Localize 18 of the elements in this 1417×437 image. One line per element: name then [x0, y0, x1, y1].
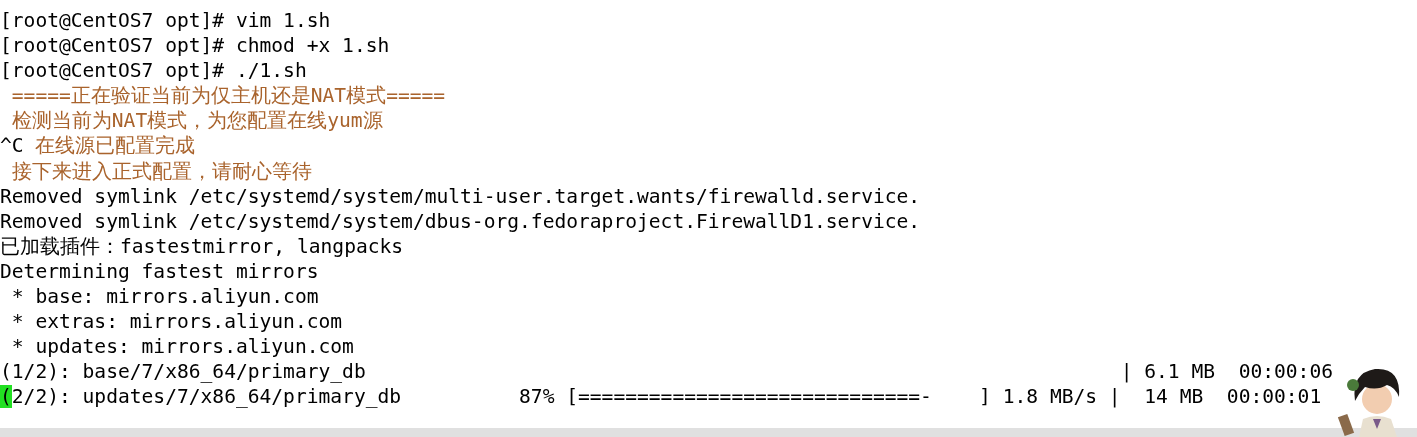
- terminal-text: * extras: mirrors.aliyun.com: [10, 310, 343, 334]
- terminal-text: ^C: [0, 134, 24, 158]
- notice-text: 接下来进入正式配置，请耐心等待: [10, 159, 312, 183]
- terminal-text: Removed symlink /etc/systemd/system/multi-user.target.wants/firewalld.service.: [0, 184, 921, 208]
- terminal-text: [root@CentOS7 opt]# vim 1.sh: [0, 9, 331, 32]
- notice-text: =====正在验证当前为仅主机还是NAT模式=====: [10, 84, 446, 108]
- terminal-text: (1/2): base/7/x86_64/primary_db | 6.1 MB 00:00:06: [0, 360, 1333, 384]
- terminal-text: [root@CentOS7 opt]# ./1.sh: [0, 59, 307, 83]
- terminal-text: Determining fastest mirrors: [0, 259, 319, 283]
- terminal-text: Removed symlink /etc/systemd/system/dbus-org.fedoraproject.FirewallD1.service.: [0, 209, 921, 233]
- notice-text: 检测当前为NAT模式，为您配置在线yum源: [10, 109, 383, 133]
- terminal-text: 已加载插件：fastestmirror, langpacks: [0, 234, 404, 258]
- notice-text: 在线源已配置完成: [34, 134, 196, 158]
- terminal-text: * updates: mirrors.aliyun.com: [10, 335, 354, 359]
- cursor-char: (: [0, 385, 12, 409]
- terminal-text: [root@CentOS7 opt]# chmod +x 1.sh: [0, 34, 390, 58]
- terminal-text: 2/2): updates/7/x86_64/primary_db 87% [=============================- ] 1.8 MB/s | 14 MB 00:00:01: [11, 385, 1322, 409]
- terminal-text: * base: mirrors.aliyun.com: [10, 285, 319, 309]
